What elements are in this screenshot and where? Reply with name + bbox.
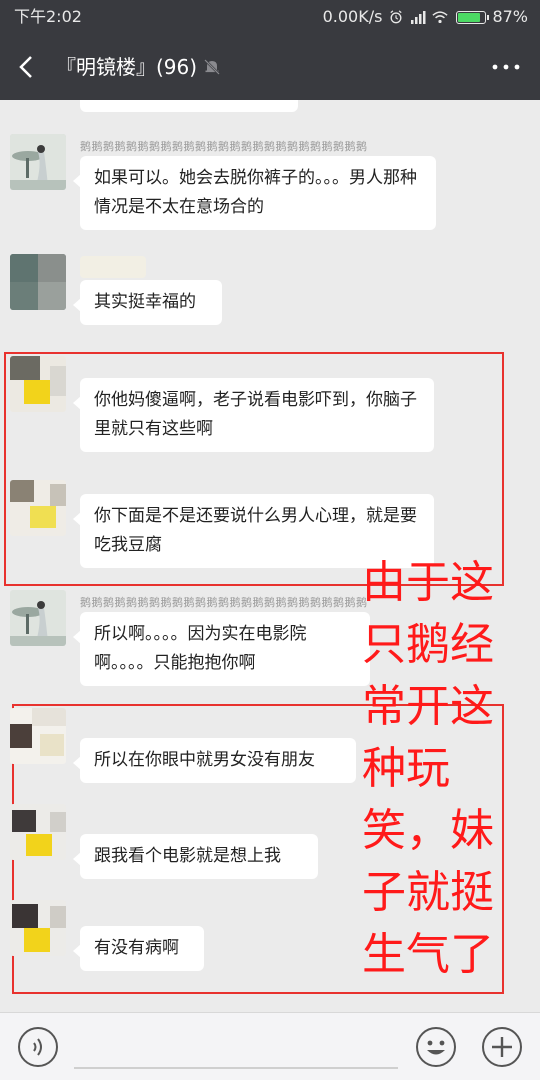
- avatar-image: [10, 356, 66, 412]
- network-speed: 0.00K/s: [322, 7, 383, 26]
- message-bubble[interactable]: 如果可以。她会去脱你裤子的。。。男人那种情况是不太在意场合的: [73, 156, 436, 230]
- message-bubble[interactable]: 所以啊。。。。因为实在电影院啊。。。。只能抱抱你啊: [73, 612, 370, 686]
- message-bubble[interactable]: 跟我看个电影就是想上我: [73, 834, 318, 879]
- sender-nickname: 鹅鹅鹅鹅鹅鹅鹅鹅鹅鹅鹅鹅鹅鹅鹅鹅鹅鹅鹅鹅鹅鹅鹅鹅鹅: [80, 140, 368, 153]
- annotation-text: 由于这只鹅经常开这种玩笑，妹子就挺生气了: [362, 557, 494, 980]
- status-indicators: 0.00K/s 87%: [323, 0, 528, 34]
- alarm-icon: [390, 10, 403, 24]
- message-input-field[interactable]: [74, 1067, 398, 1069]
- avatar[interactable]: [10, 480, 66, 536]
- message-text: 你他妈傻逼啊，老子说看电影吓到，你脑子里就只有这些啊: [94, 390, 417, 439]
- avatar-image: [10, 708, 66, 764]
- avatar[interactable]: [10, 134, 66, 190]
- avatar[interactable]: [10, 804, 66, 860]
- message-bubble[interactable]: 有没有病啊: [73, 926, 204, 971]
- input-bar: [0, 1012, 540, 1080]
- avatar-image: [10, 134, 66, 190]
- sender-nickname: 鹅鹅鹅鹅鹅鹅鹅鹅鹅鹅鹅鹅鹅鹅鹅鹅鹅鹅鹅鹅鹅鹅鹅鹅鹅: [80, 596, 368, 609]
- avatar-image: [10, 590, 66, 646]
- blurred-nickname: [80, 256, 146, 278]
- message-bubble[interactable]: 所以在你眼中就男女没有朋友: [73, 738, 356, 783]
- status-bar: 下午2:02 0.00K/s 87%: [0, 0, 540, 34]
- avatar-image: [10, 804, 66, 860]
- avatar[interactable]: [10, 356, 66, 412]
- emoji-icon[interactable]: [414, 1025, 458, 1069]
- battery-icon: [456, 10, 490, 24]
- add-attachment-icon[interactable]: [480, 1025, 524, 1069]
- avatar[interactable]: [10, 708, 66, 764]
- message-text: 所以啊。。。。因为实在电影院啊。。。。只能抱抱你啊: [94, 624, 307, 673]
- chat-header: 『明镜楼』(96): [0, 34, 540, 100]
- wifi-icon: [432, 11, 449, 24]
- message-text: 所以在你眼中就男女没有朋友: [94, 750, 315, 770]
- group-title: 『明镜楼』(96): [56, 55, 198, 79]
- status-time: 下午2:02: [14, 7, 82, 26]
- mute-bell-icon: [204, 59, 220, 75]
- message-text: 有没有病啊: [94, 938, 179, 958]
- avatar-image: [10, 480, 66, 536]
- message-bubble-partial: [80, 100, 298, 112]
- signal-icon: [411, 11, 426, 24]
- message-text: 你下面是不是还要说什么男人心理，就是要吃我豆腐: [94, 506, 417, 555]
- message-text: 跟我看个电影就是想上我: [94, 846, 281, 866]
- message-text: 如果可以。她会去脱你裤子的。。。男人那种情况是不太在意场合的: [94, 168, 417, 217]
- avatar[interactable]: [10, 900, 66, 956]
- avatar-image: [10, 900, 66, 956]
- back-arrow-icon[interactable]: [12, 52, 42, 82]
- voice-input-icon[interactable]: [16, 1025, 60, 1069]
- message-bubble[interactable]: 你他妈傻逼啊，老子说看电影吓到，你脑子里就只有这些啊: [73, 378, 434, 452]
- message-text: 其实挺幸福的: [94, 292, 196, 312]
- more-options-icon[interactable]: [490, 56, 522, 78]
- avatar[interactable]: [10, 254, 66, 310]
- avatar-image: [10, 254, 66, 310]
- battery-percent: 87%: [492, 7, 528, 26]
- avatar[interactable]: [10, 590, 66, 646]
- chat-message-list[interactable]: 鹅鹅鹅鹅鹅鹅鹅鹅鹅鹅鹅鹅鹅鹅鹅鹅鹅鹅鹅鹅鹅鹅鹅鹅鹅 如果可以。她会去脱你裤子的。…: [0, 100, 540, 1012]
- message-bubble[interactable]: 其实挺幸福的: [73, 280, 222, 325]
